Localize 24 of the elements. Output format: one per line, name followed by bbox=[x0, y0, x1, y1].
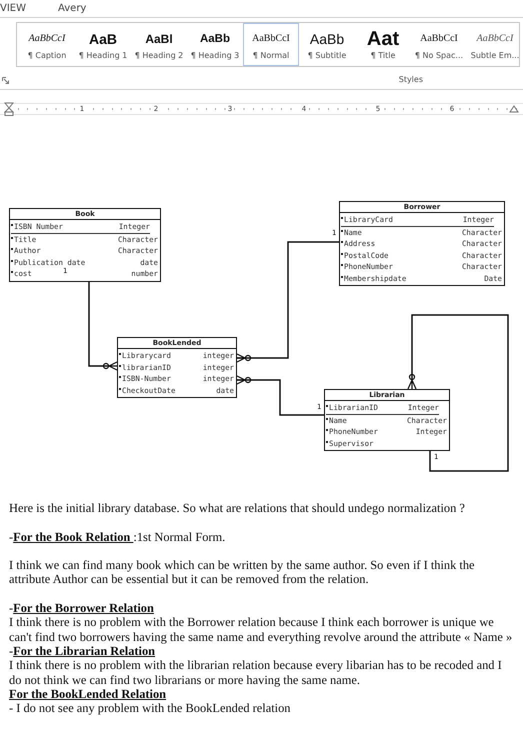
ribbon-tab[interactable]: VIEW bbox=[0, 3, 30, 14]
style-item[interactable]: AaB ¶ Heading 1 bbox=[75, 23, 131, 66]
section-heading: -For the Librarian Relation bbox=[9, 644, 156, 658]
paragraph: I think there is no problem with the Borrower relation because I think each borrower is unique we can't find two borrowers having the same name and everything revolve around the attribute « Name » bbox=[9, 615, 514, 644]
group-label: Styles bbox=[398, 75, 423, 84]
style-item[interactable]: AaBb ¶ Heading 3 bbox=[187, 23, 243, 66]
style-item[interactable]: Aat ¶ Title bbox=[355, 23, 411, 66]
dialog-launcher-icon[interactable] bbox=[2, 77, 9, 84]
style-item[interactable]: AaBbCcI Subtle Em... bbox=[467, 23, 519, 66]
paragraph: I think we can find many book which can be written by the same author. So even if I think the attribute Author can be essential but it can be removed from the relation. bbox=[9, 558, 476, 587]
ribbon-tab[interactable]: Avery bbox=[54, 3, 90, 14]
paragraph: - I do not see any problem with the BookLended relation bbox=[9, 701, 292, 716]
paragraph: Here is the initial library database. So what are relations that should undego normalization ? bbox=[9, 501, 466, 516]
style-item[interactable]: AaBl ¶ Heading 2 bbox=[131, 23, 187, 66]
style-item[interactable]: AaBbCcI ¶ Caption bbox=[19, 23, 75, 66]
paragraph: I think there is no problem with the librarian relation because every libarian has to be recoded and I do not think we can find two librarians or more having the same name. bbox=[9, 658, 503, 687]
right-indent-icon[interactable] bbox=[509, 105, 519, 113]
section-heading: -For the Book Relation :1st Normal Form. bbox=[9, 530, 226, 544]
section-heading: For the BookLended Relation bbox=[9, 686, 168, 702]
style-item[interactable]: AaBb ¶ Subtitle bbox=[299, 23, 355, 66]
indent-marker-icon[interactable] bbox=[4, 102, 14, 116]
style-item[interactable]: AaBbCcI ¶ Normal bbox=[243, 23, 299, 66]
section-heading: -For the Borrower Relation bbox=[9, 601, 155, 616]
style-item[interactable]: AaBbCcI ¶ No Spac... bbox=[411, 23, 467, 66]
